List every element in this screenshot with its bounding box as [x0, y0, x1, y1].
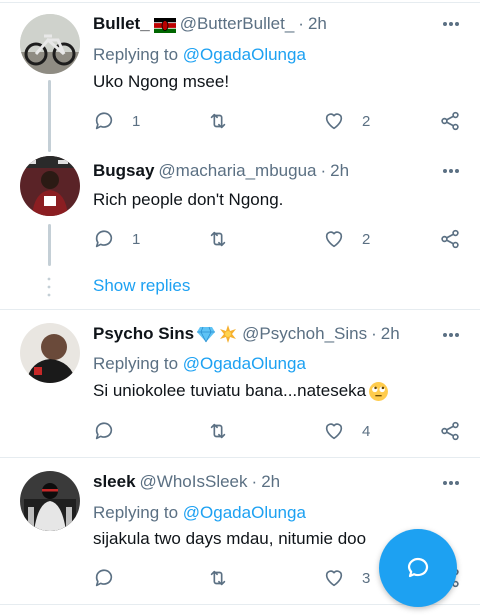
like-count: 4	[362, 422, 371, 440]
separator-dot: ·	[320, 161, 327, 180]
retweet-icon	[210, 570, 226, 586]
avatar-sleek[interactable]	[20, 471, 80, 531]
user-handle[interactable]: @Psychoh_Sins	[242, 323, 367, 345]
like-count: 3	[362, 569, 371, 587]
share-button[interactable]	[439, 419, 461, 443]
replying-prefix: Replying to	[93, 45, 179, 64]
avatar-bullet[interactable]	[20, 14, 80, 74]
user-handle[interactable]: @ButterBullet_	[180, 13, 295, 35]
tweet-header: Psycho Sins @Psychoh_Sins · 2h	[93, 323, 400, 345]
tweet-header: sleek @WhoIsSleek · 2h	[93, 471, 280, 493]
like-button[interactable]: 3	[323, 566, 370, 590]
display-name[interactable]: Bugsay	[93, 160, 154, 182]
heart-icon	[325, 570, 343, 587]
tweet-text: sijakula two days mdau, nitumie doo	[93, 529, 367, 548]
mention-link[interactable]: @OgadaOlunga	[183, 503, 306, 522]
like-count: 2	[362, 230, 371, 248]
tweet-divider	[0, 457, 480, 458]
replying-prefix: Replying to	[93, 503, 179, 522]
tweet-actions: 4	[93, 419, 463, 443]
user-handle[interactable]: @WhoIsSleek	[140, 471, 248, 493]
tweet-divider	[0, 309, 480, 310]
like-button[interactable]: 4	[323, 419, 370, 443]
replying-to: Replying to @OgadaOlunga	[93, 353, 306, 375]
share-icon	[441, 229, 459, 249]
replying-to: Replying to @OgadaOlunga	[93, 44, 306, 66]
reply-icon	[95, 230, 113, 248]
share-button[interactable]	[439, 227, 461, 251]
reply-button[interactable]	[93, 566, 132, 590]
retweet-icon	[210, 423, 226, 439]
reply-button[interactable]: 1	[93, 227, 140, 251]
tweet-header: Bugsay @macharia_mbugua · 2h	[93, 160, 349, 182]
tweet-text: Uko Ngong msee!	[93, 72, 230, 91]
retweet-button[interactable]	[207, 109, 246, 133]
star-emoji-icon	[218, 324, 238, 344]
show-replies-link[interactable]: Show replies	[93, 275, 190, 297]
new-reply-icon	[407, 557, 429, 578]
retweet-icon	[210, 231, 226, 247]
heart-icon	[325, 113, 343, 130]
share-icon	[441, 111, 459, 131]
more-options-icon[interactable]	[440, 13, 462, 35]
like-count: 2	[362, 112, 371, 130]
thread-line-2	[48, 224, 51, 266]
replying-prefix: Replying to	[93, 354, 179, 373]
tweet-actions: 1 2	[93, 109, 463, 133]
share-button[interactable]	[439, 109, 461, 133]
user-handle[interactable]: @macharia_mbugua	[158, 160, 316, 182]
reply-count: 1	[132, 112, 141, 130]
more-options-icon[interactable]	[440, 160, 462, 182]
thread-dots-icon	[47, 277, 51, 297]
timestamp[interactable]: 2h	[308, 13, 327, 35]
tweet-text: Rich people don't Ngong.	[93, 190, 284, 209]
avatar-psycho-sins[interactable]	[20, 323, 80, 383]
reply-button[interactable]	[93, 419, 132, 443]
thread-line	[48, 80, 51, 152]
like-button[interactable]: 2	[323, 109, 370, 133]
retweet-button[interactable]	[207, 566, 246, 590]
display-name[interactable]: Psycho Sins	[93, 323, 194, 345]
top-divider	[0, 2, 480, 3]
display-name[interactable]: sleek	[93, 471, 136, 493]
heart-icon	[325, 423, 343, 440]
tweet-header: Bullet_ @ButterBullet_ · 2h	[93, 13, 327, 35]
separator-dot: ·	[251, 472, 258, 491]
heart-icon	[325, 231, 343, 248]
retweet-icon	[210, 113, 226, 129]
tweet-text-row: Si uniokolee tuviatu bana...nateseka	[93, 380, 389, 402]
timestamp[interactable]: 2h	[381, 323, 400, 345]
mention-link[interactable]: @OgadaOlunga	[183, 354, 306, 373]
eye-roll-emoji-icon	[368, 381, 389, 401]
like-button[interactable]: 2	[323, 227, 370, 251]
separator-dot: ·	[371, 324, 377, 343]
reply-icon	[95, 112, 113, 130]
gem-emoji-icon	[196, 324, 216, 344]
share-icon	[441, 421, 459, 441]
mention-link[interactable]: @OgadaOlunga	[183, 45, 306, 64]
reply-count: 1	[132, 230, 141, 248]
timestamp[interactable]: 2h	[330, 160, 349, 182]
timestamp[interactable]: 2h	[261, 471, 280, 493]
compose-reply-button[interactable]	[379, 529, 457, 607]
tweet-text: Si uniokolee tuviatu bana...nateseka	[93, 381, 367, 400]
retweet-button[interactable]	[207, 227, 246, 251]
separator-dot: ·	[298, 14, 304, 33]
replying-to: Replying to @OgadaOlunga	[93, 502, 306, 524]
retweet-button[interactable]	[207, 419, 246, 443]
reply-icon	[95, 422, 113, 440]
more-options-icon[interactable]	[440, 472, 462, 494]
kenya-flag-icon	[153, 17, 176, 33]
reply-button[interactable]: 1	[93, 109, 140, 133]
tweet-actions: 1 2	[93, 227, 463, 251]
more-options-icon[interactable]	[440, 324, 462, 346]
reply-icon	[95, 569, 113, 587]
avatar-bugsay[interactable]	[20, 156, 80, 216]
display-name[interactable]: Bullet_	[93, 13, 150, 35]
